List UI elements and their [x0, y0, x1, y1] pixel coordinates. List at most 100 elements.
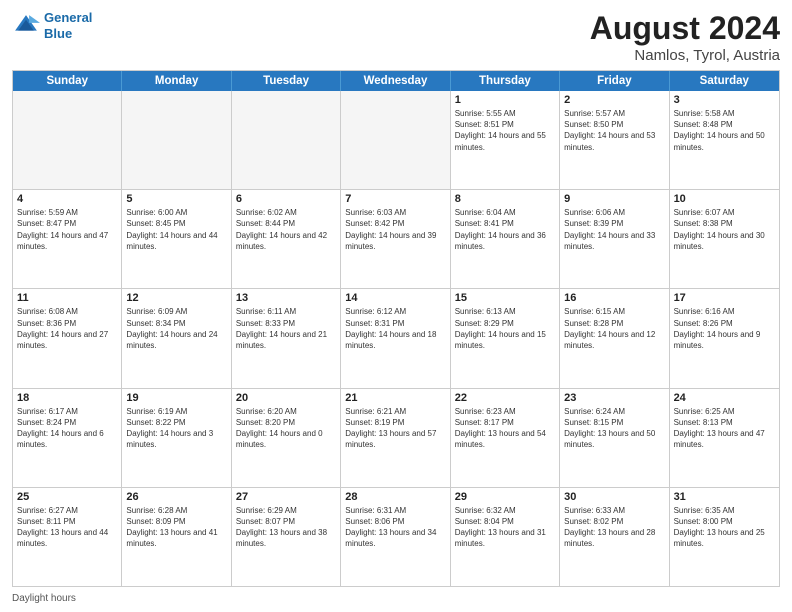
day-number: 13	[236, 292, 336, 304]
calendar-cell: 25Sunrise: 6:27 AM Sunset: 8:11 PM Dayli…	[13, 488, 122, 586]
calendar-cell: 4 Sunrise: 5:59 AM Sunset: 8:47 PM Daylig…	[13, 190, 122, 288]
calendar-day-header: Monday	[122, 71, 231, 91]
calendar-cell: 10 Sunrise: 6:07 AM Sunset: 8:38 PM Dayli…	[670, 190, 779, 288]
calendar-week-row: 1Sunrise: 5:55 AM Sunset: 8:51 PM Daylig…	[13, 91, 779, 189]
day-number: 17	[674, 292, 775, 304]
calendar-cell: 6Sunrise: 6:02 AM Sunset: 8:44 PM Daylig…	[232, 190, 341, 288]
day-number: 16	[564, 292, 664, 304]
calendar-week-row: 11 Sunrise: 6:08 AM Sunset: 8:36 PM Dayli…	[13, 288, 779, 387]
day-info: Sunrise: 6:33 AM Sunset: 8:02 PM Dayligh…	[564, 505, 664, 550]
day-number: 30	[564, 491, 664, 503]
day-info: Sunrise: 6:00 AM Sunset: 8:45 PM Dayligh…	[126, 207, 226, 252]
day-number: 8	[455, 193, 555, 205]
day-info: Sunrise: 6:12 AM Sunset: 8:31 PM Dayligh…	[345, 306, 445, 351]
day-info: Sunrise: 6:17 AM Sunset: 8:24 PM Dayligh…	[17, 406, 117, 451]
day-info: Sunrise: 6:04 AM Sunset: 8:41 PM Dayligh…	[455, 207, 555, 252]
day-info: Sunrise: 5:57 AM Sunset: 8:50 PM Dayligh…	[564, 108, 664, 153]
logo-text: General Blue	[44, 10, 92, 41]
day-info: Sunrise: 6:25 AM Sunset: 8:13 PM Dayligh…	[674, 406, 775, 451]
day-info: Sunrise: 6:06 AM Sunset: 8:39 PM Dayligh…	[564, 207, 664, 252]
calendar-cell: 15Sunrise: 6:13 AM Sunset: 8:29 PM Dayli…	[451, 289, 560, 387]
day-info: Sunrise: 6:07 AM Sunset: 8:38 PM Dayligh…	[674, 207, 775, 252]
day-number: 28	[345, 491, 445, 503]
calendar-cell: 29Sunrise: 6:32 AM Sunset: 8:04 PM Dayli…	[451, 488, 560, 586]
calendar-cell: 24 Sunrise: 6:25 AM Sunset: 8:13 PM Dayli…	[670, 389, 779, 487]
calendar-cell: 8 Sunrise: 6:04 AM Sunset: 8:41 PM Daylig…	[451, 190, 560, 288]
header: General Blue August 2024 Namlos, Tyrol, …	[12, 10, 780, 64]
day-number: 4	[17, 193, 117, 205]
calendar-day-header: Saturday	[670, 71, 779, 91]
calendar-week-row: 25Sunrise: 6:27 AM Sunset: 8:11 PM Dayli…	[13, 487, 779, 586]
day-info: Sunrise: 6:08 AM Sunset: 8:36 PM Dayligh…	[17, 306, 117, 351]
calendar-cell: 26 Sunrise: 6:28 AM Sunset: 8:09 PM Dayli…	[122, 488, 231, 586]
day-number: 27	[236, 491, 336, 503]
day-info: Sunrise: 5:59 AM Sunset: 8:47 PM Dayligh…	[17, 207, 117, 252]
day-info: Sunrise: 6:28 AM Sunset: 8:09 PM Dayligh…	[126, 505, 226, 550]
day-number: 31	[674, 491, 775, 503]
calendar-cell	[13, 91, 122, 189]
day-info: Sunrise: 6:20 AM Sunset: 8:20 PM Dayligh…	[236, 406, 336, 451]
day-number: 24	[674, 392, 775, 404]
day-number: 11	[17, 292, 117, 304]
page-subtitle: Namlos, Tyrol, Austria	[590, 47, 780, 64]
calendar-cell: 3Sunrise: 5:58 AM Sunset: 8:48 PM Daylig…	[670, 91, 779, 189]
calendar-cell: 31 Sunrise: 6:35 AM Sunset: 8:00 PM Dayli…	[670, 488, 779, 586]
calendar-cell: 13 Sunrise: 6:11 AM Sunset: 8:33 PM Dayli…	[232, 289, 341, 387]
day-info: Sunrise: 6:16 AM Sunset: 8:26 PM Dayligh…	[674, 306, 775, 351]
calendar-cell: 20Sunrise: 6:20 AM Sunset: 8:20 PM Dayli…	[232, 389, 341, 487]
logo-line1: General	[44, 10, 92, 25]
logo-icon	[12, 12, 40, 40]
logo: General Blue	[12, 10, 92, 41]
page: General Blue August 2024 Namlos, Tyrol, …	[0, 0, 792, 612]
calendar-day-header: Thursday	[451, 71, 560, 91]
calendar-cell: 7 Sunrise: 6:03 AM Sunset: 8:42 PM Daylig…	[341, 190, 450, 288]
calendar-cell	[122, 91, 231, 189]
day-number: 2	[564, 94, 664, 106]
calendar-day-header: Friday	[560, 71, 669, 91]
day-info: Sunrise: 6:32 AM Sunset: 8:04 PM Dayligh…	[455, 505, 555, 550]
day-info: Sunrise: 6:23 AM Sunset: 8:17 PM Dayligh…	[455, 406, 555, 451]
day-info: Sunrise: 6:29 AM Sunset: 8:07 PM Dayligh…	[236, 505, 336, 550]
day-number: 18	[17, 392, 117, 404]
footer-note: Daylight hours	[12, 591, 780, 604]
day-info: Sunrise: 5:55 AM Sunset: 8:51 PM Dayligh…	[455, 108, 555, 153]
calendar-cell: 23Sunrise: 6:24 AM Sunset: 8:15 PM Dayli…	[560, 389, 669, 487]
logo-line2: Blue	[44, 26, 72, 41]
day-info: Sunrise: 6:11 AM Sunset: 8:33 PM Dayligh…	[236, 306, 336, 351]
calendar-day-header: Tuesday	[232, 71, 341, 91]
day-number: 3	[674, 94, 775, 106]
day-number: 21	[345, 392, 445, 404]
calendar-week-row: 18 Sunrise: 6:17 AM Sunset: 8:24 PM Dayli…	[13, 388, 779, 487]
calendar-cell: 18 Sunrise: 6:17 AM Sunset: 8:24 PM Dayli…	[13, 389, 122, 487]
calendar-header-row: SundayMondayTuesdayWednesdayThursdayFrid…	[13, 71, 779, 91]
day-info: Sunrise: 6:15 AM Sunset: 8:28 PM Dayligh…	[564, 306, 664, 351]
calendar-cell: 30 Sunrise: 6:33 AM Sunset: 8:02 PM Dayli…	[560, 488, 669, 586]
day-number: 26	[126, 491, 226, 503]
day-number: 10	[674, 193, 775, 205]
day-info: Sunrise: 6:21 AM Sunset: 8:19 PM Dayligh…	[345, 406, 445, 451]
calendar-cell	[341, 91, 450, 189]
page-title: August 2024	[590, 10, 780, 47]
calendar-cell: 9Sunrise: 6:06 AM Sunset: 8:39 PM Daylig…	[560, 190, 669, 288]
calendar-cell	[232, 91, 341, 189]
day-info: Sunrise: 6:03 AM Sunset: 8:42 PM Dayligh…	[345, 207, 445, 252]
calendar-cell: 1Sunrise: 5:55 AM Sunset: 8:51 PM Daylig…	[451, 91, 560, 189]
day-info: Sunrise: 6:02 AM Sunset: 8:44 PM Dayligh…	[236, 207, 336, 252]
calendar-cell: 22Sunrise: 6:23 AM Sunset: 8:17 PM Dayli…	[451, 389, 560, 487]
calendar-cell: 16 Sunrise: 6:15 AM Sunset: 8:28 PM Dayli…	[560, 289, 669, 387]
calendar-cell: 17 Sunrise: 6:16 AM Sunset: 8:26 PM Dayli…	[670, 289, 779, 387]
calendar-cell: 14 Sunrise: 6:12 AM Sunset: 8:31 PM Dayli…	[341, 289, 450, 387]
calendar-cell: 27 Sunrise: 6:29 AM Sunset: 8:07 PM Dayli…	[232, 488, 341, 586]
day-number: 19	[126, 392, 226, 404]
title-block: August 2024 Namlos, Tyrol, Austria	[590, 10, 780, 64]
day-info: Sunrise: 6:27 AM Sunset: 8:11 PM Dayligh…	[17, 505, 117, 550]
day-number: 7	[345, 193, 445, 205]
day-info: Sunrise: 6:09 AM Sunset: 8:34 PM Dayligh…	[126, 306, 226, 351]
day-number: 5	[126, 193, 226, 205]
calendar-body: 1Sunrise: 5:55 AM Sunset: 8:51 PM Daylig…	[13, 91, 779, 586]
day-info: Sunrise: 6:13 AM Sunset: 8:29 PM Dayligh…	[455, 306, 555, 351]
day-number: 14	[345, 292, 445, 304]
day-number: 23	[564, 392, 664, 404]
day-info: Sunrise: 6:35 AM Sunset: 8:00 PM Dayligh…	[674, 505, 775, 550]
calendar-day-header: Sunday	[13, 71, 122, 91]
